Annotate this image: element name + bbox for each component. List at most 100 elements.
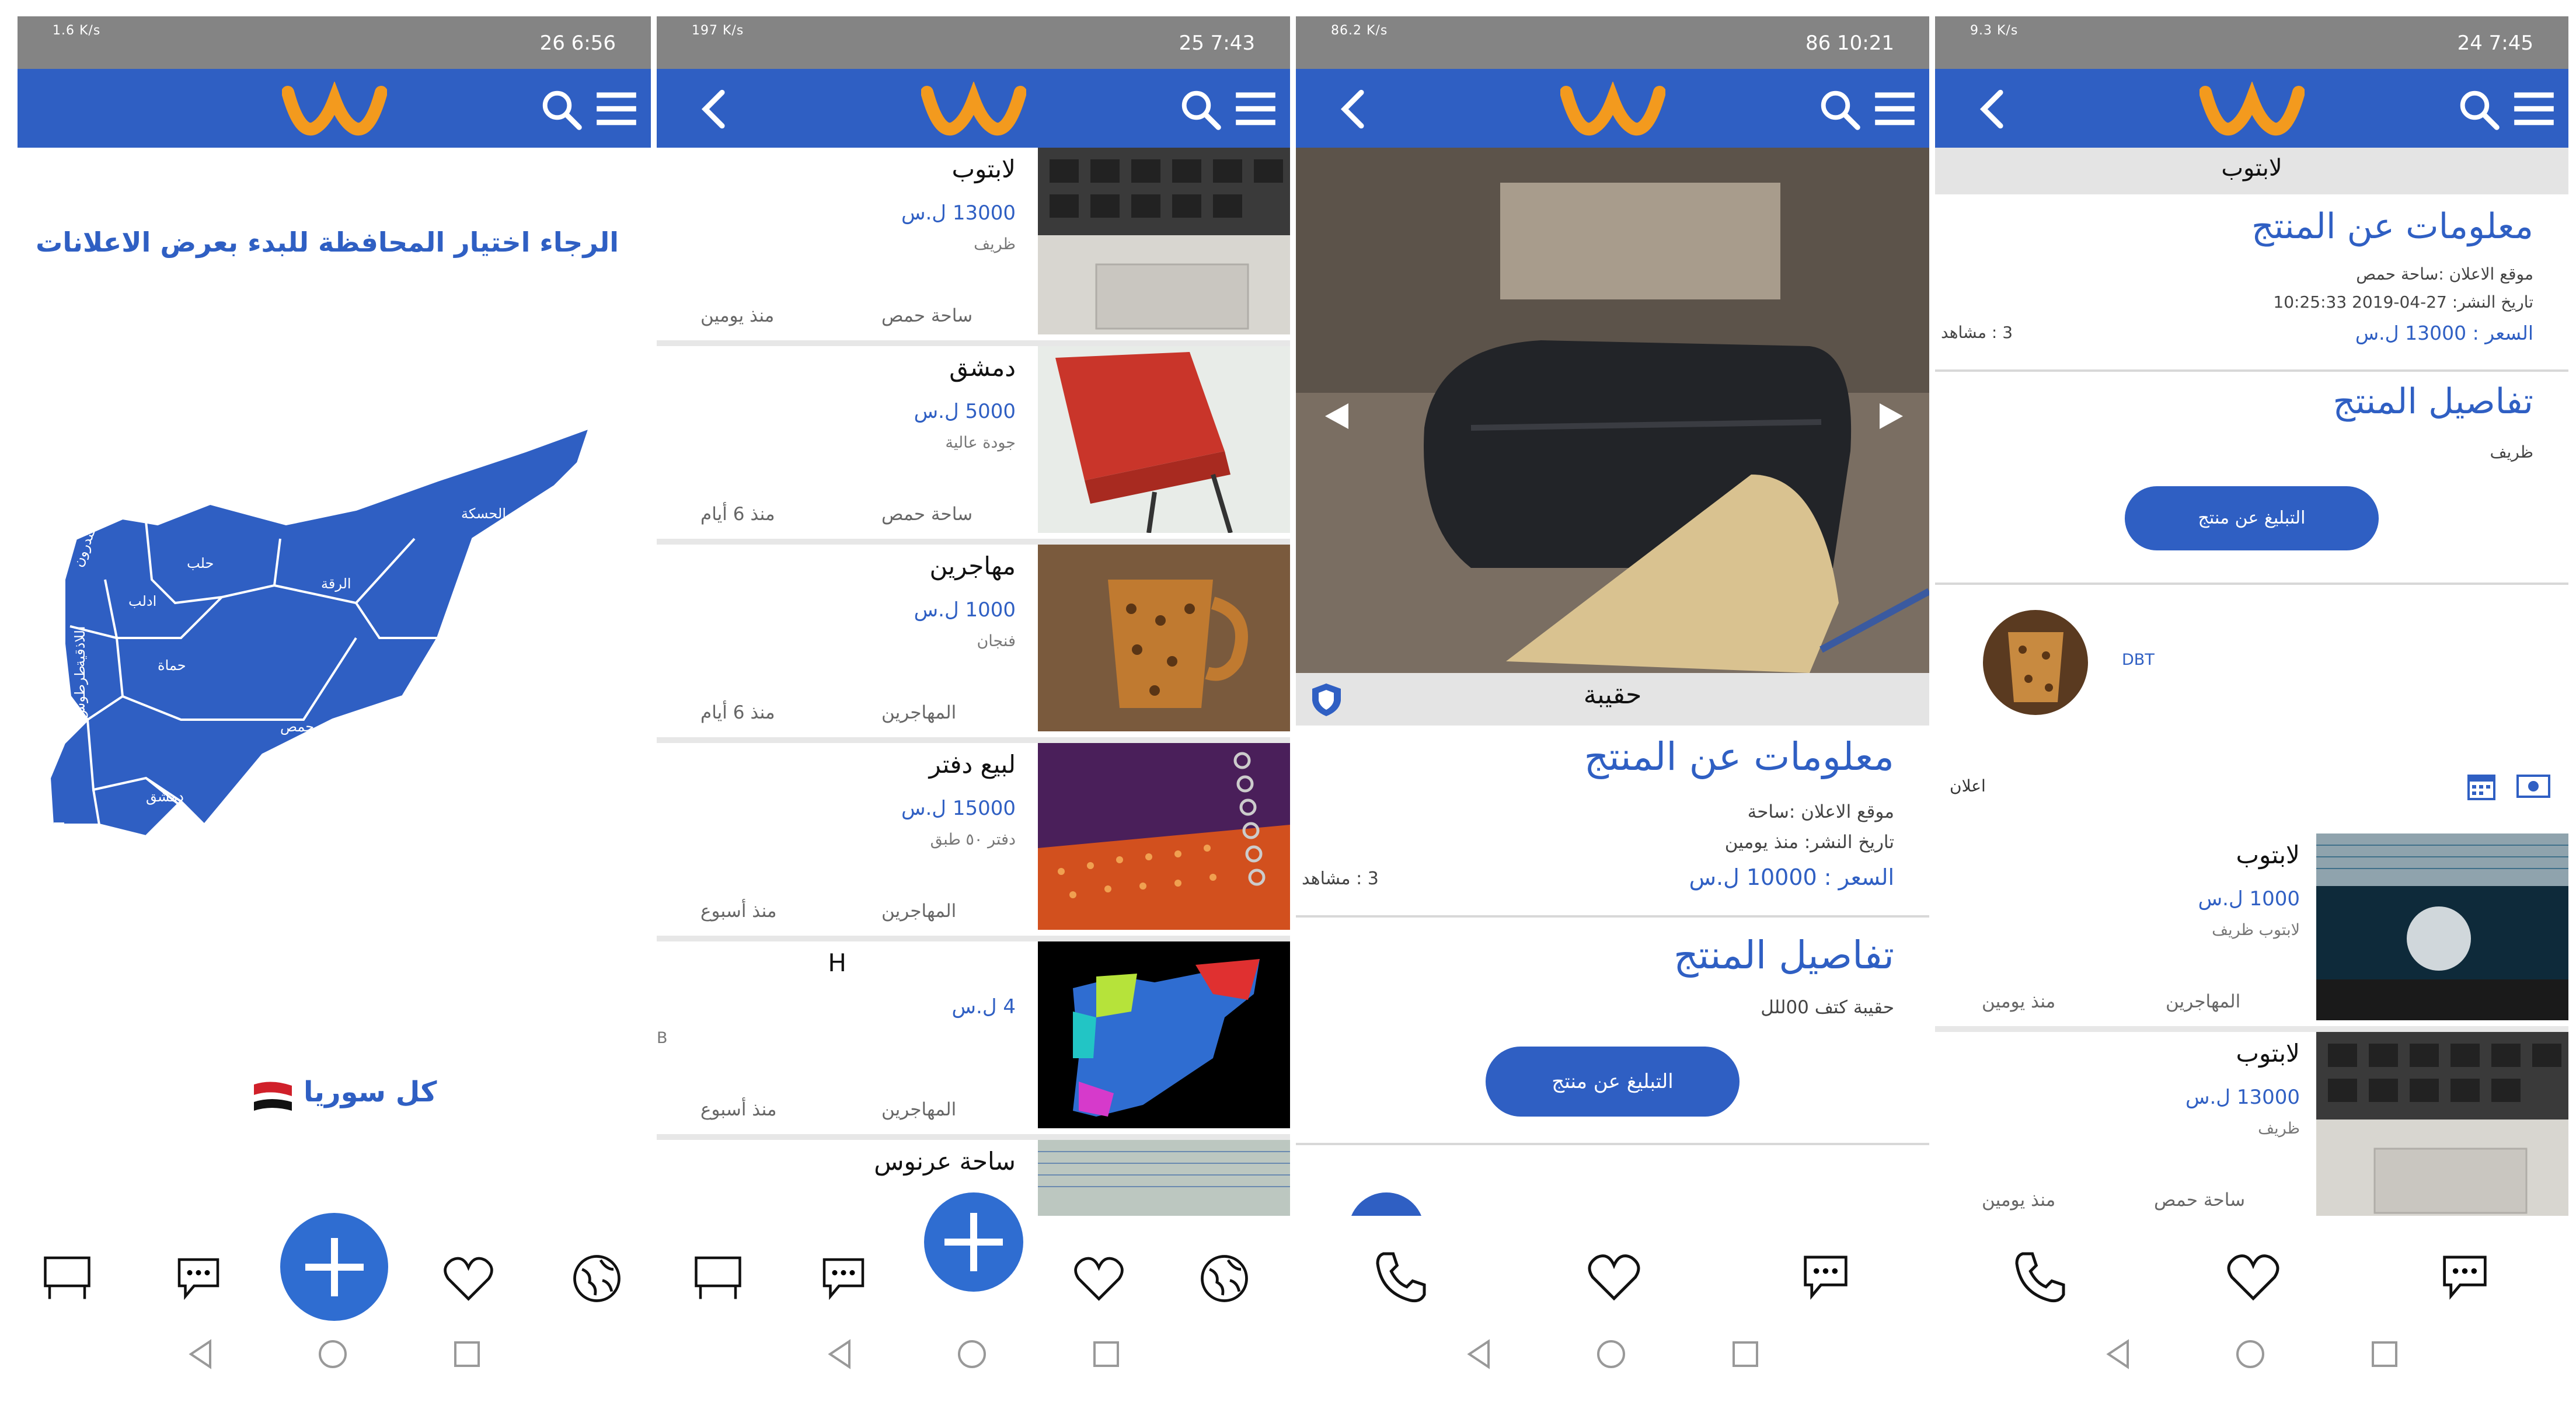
system-nav-bar [1935, 1324, 2568, 1385]
item-time: منذ يومين [1982, 991, 2056, 1012]
list-item[interactable]: لابتوب 13000 ل.س ظريف ساحة حمص منذ يومين [1935, 1032, 2568, 1230]
list-item[interactable]: لابتوب 1000 ل.س لابتوب ظريف المهاجرين من… [1935, 833, 2568, 1032]
phone-call-icon[interactable] [2011, 1248, 2069, 1306]
publish-date: تاريخ النشر: منذ يومين [1724, 832, 1894, 853]
nav-recents-icon[interactable] [1089, 1337, 1124, 1372]
laptop-photo [2316, 1032, 2568, 1219]
ad-details: لابتوب معلومات عن المنتج موقع الاعلان :س… [1935, 148, 2568, 1230]
ad-price: السعر : 13000 ل.س [2355, 322, 2533, 344]
list-item[interactable]: مهاجرين 1000 ل.س فنجان المهاجرين منذ 6 أ… [657, 545, 1290, 743]
nav-home-icon[interactable] [2233, 1337, 2268, 1372]
globe-icon[interactable] [1197, 1251, 1252, 1306]
add-ad-button[interactable] [924, 1192, 1023, 1292]
item-price: 13000 ل.س [2185, 1086, 2300, 1109]
nav-back-icon[interactable] [1462, 1337, 1497, 1372]
bottom-action-bar [1296, 1216, 1929, 1324]
search-icon[interactable] [1817, 86, 1862, 132]
money-icon[interactable] [2516, 772, 2551, 800]
globe-icon[interactable] [569, 1251, 625, 1306]
nav-home-icon[interactable] [315, 1337, 350, 1372]
item-description: ظريف [2258, 1119, 2300, 1138]
menu-icon[interactable] [2511, 86, 2557, 132]
product-details-text: ظريف [2490, 442, 2533, 462]
nav-home-icon[interactable] [1594, 1337, 1629, 1372]
menu-icon[interactable] [1233, 86, 1278, 132]
report-product-button[interactable]: التبليغ عن منتج [1486, 1047, 1740, 1117]
item-location: ساحة حمص [881, 305, 973, 326]
ads-list: لابتوب 13000 ل.س ظريف ساحة حمص منذ يومين… [657, 148, 1290, 1338]
list-item[interactable]: دمشق 5000 ل.س جودة عالية ساحة حمص منذ 6 … [657, 346, 1290, 545]
gallery-next-icon[interactable] [1874, 399, 1909, 434]
favorites-icon[interactable] [2224, 1248, 2282, 1306]
nav-back-icon[interactable] [184, 1337, 219, 1372]
laptop-screen-photo [2316, 833, 2568, 1020]
view-count: 3 : مشاهد [1302, 869, 1379, 889]
back-arrow-icon[interactable] [692, 86, 737, 132]
menu-icon[interactable] [594, 86, 639, 132]
bag-photo-gallery[interactable] [1296, 148, 1929, 673]
report-product-button[interactable]: التبليغ عن منتج [2125, 486, 2379, 550]
store-icon[interactable] [692, 1251, 744, 1303]
map-label-hasakah: الحسكة [461, 505, 506, 522]
map-label-damascus: دمشق [146, 789, 184, 805]
favorites-icon[interactable] [1585, 1248, 1643, 1306]
item-description: جودة عالية [945, 434, 1016, 452]
back-arrow-icon[interactable] [1331, 86, 1376, 132]
chat-icon[interactable] [2437, 1248, 2493, 1303]
item-location: ساحة حمص [881, 504, 973, 525]
battery-clock: 26 6:56 [539, 32, 616, 55]
item-time: منذ يومين [1982, 1190, 2056, 1211]
ad-title: حقيبة [1583, 680, 1642, 710]
map-label-quneitra: القنيطرة [51, 821, 68, 871]
nav-recents-icon[interactable] [2367, 1337, 2402, 1372]
favorites-icon[interactable] [441, 1251, 496, 1306]
item-price: 1000 ل.س [2198, 887, 2300, 911]
chat-icon[interactable] [817, 1251, 870, 1303]
app-bar [1935, 69, 2568, 148]
nav-back-icon[interactable] [2101, 1337, 2136, 1372]
store-icon[interactable] [41, 1251, 93, 1303]
nav-back-icon[interactable] [823, 1337, 858, 1372]
search-icon[interactable] [538, 86, 584, 132]
map-label-latakia: اللاذقية [72, 626, 88, 667]
item-location: المهاجرين [881, 901, 957, 922]
item-time: منذ يومين [700, 305, 775, 326]
nav-recents-icon[interactable] [1728, 1337, 1763, 1372]
seller-avatar[interactable] [1982, 609, 2090, 717]
list-item[interactable]: لابتوب 13000 ل.س ظريف ساحة حمص منذ يومين [657, 148, 1290, 346]
search-icon[interactable] [1177, 86, 1223, 132]
chat-icon[interactable] [1798, 1248, 1853, 1303]
syria-map[interactable]: لواء إسكندرون حلب الحسكة الرقة ادلب اللا… [29, 393, 613, 918]
nav-home-icon[interactable] [954, 1337, 989, 1372]
item-price: 4 ل.س [951, 995, 1016, 1019]
phone-call-icon[interactable] [1372, 1248, 1430, 1306]
menu-icon[interactable] [1872, 86, 1918, 132]
add-ad-button[interactable] [280, 1213, 388, 1321]
app-logo [2199, 82, 2305, 136]
seller-name[interactable]: DBT [2122, 651, 2155, 669]
back-arrow-icon[interactable] [1970, 86, 2016, 132]
divider [1935, 369, 2568, 372]
bottom-tab-bar [18, 1213, 651, 1324]
network-speed: 86.2 K/s [1331, 23, 1388, 38]
item-description: دفتر ٥٠ طبق [930, 831, 1016, 849]
main-content: الرجاء اختيار المحافظة للبدء بعرض الاعلا… [18, 148, 651, 1216]
all-syria-link[interactable]: كل سوريا [304, 1076, 437, 1108]
list-item[interactable]: لبيع دفتر 15000 ل.س دفتر ٥٠ طبق المهاجري… [657, 743, 1290, 941]
syria-flag-icon [254, 1082, 292, 1111]
item-title: ساحة عرنوس [874, 1147, 1016, 1176]
view-count: 3 : مشاهد [1941, 323, 2013, 342]
item-time: منذ 6 أيام [700, 702, 775, 723]
gallery-prev-icon[interactable] [1319, 399, 1354, 434]
search-icon[interactable] [2456, 86, 2501, 132]
publish-date: تاريخ النشر: 27-04-2019 10:25:33 [2273, 292, 2533, 312]
app-bar [657, 69, 1290, 148]
calendar-icon[interactable] [2466, 771, 2497, 801]
favorites-icon[interactable] [1071, 1251, 1127, 1306]
list-item[interactable]: H 4 ل.س B المهاجرين منذ أسبوع [657, 941, 1290, 1140]
nav-recents-icon[interactable] [449, 1337, 484, 1372]
map-label-aleppo: حلب [187, 555, 214, 571]
app-bar [1296, 69, 1929, 148]
app-bar [18, 69, 651, 148]
chat-icon[interactable] [172, 1251, 225, 1303]
